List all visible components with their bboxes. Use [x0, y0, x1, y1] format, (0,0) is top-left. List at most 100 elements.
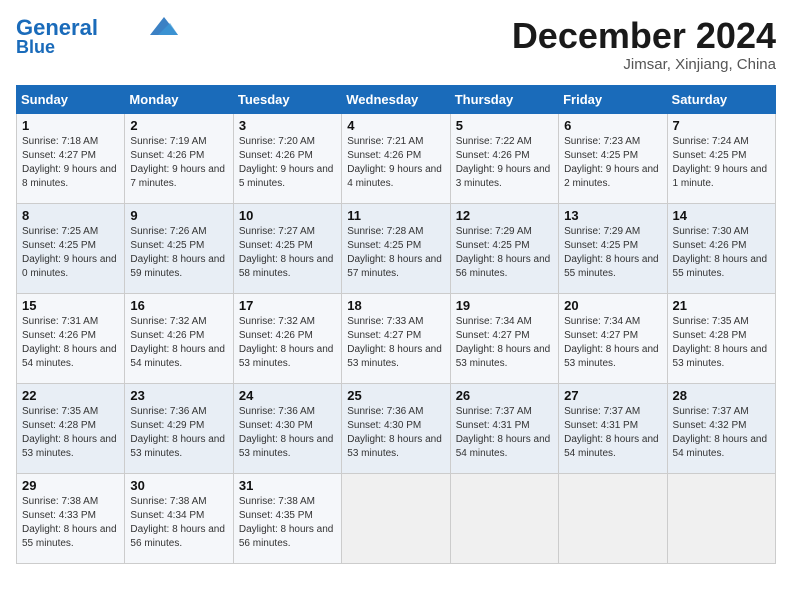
day-cell: 2 Sunrise: 7:19 AMSunset: 4:26 PMDaylight…: [125, 113, 233, 203]
month-title: December 2024: [512, 16, 776, 56]
day-cell: 9 Sunrise: 7:26 AMSunset: 4:25 PMDaylight…: [125, 203, 233, 293]
weekday-header-tuesday: Tuesday: [233, 85, 341, 113]
day-detail: Sunrise: 7:26 AMSunset: 4:25 PMDaylight:…: [130, 226, 225, 279]
title-section: December 2024 Jimsar, Xinjiang, China: [512, 16, 776, 73]
week-row-1: 1 Sunrise: 7:18 AMSunset: 4:27 PMDaylight…: [17, 113, 776, 203]
day-detail: Sunrise: 7:29 AMSunset: 4:25 PMDaylight:…: [456, 226, 551, 279]
day-cell: 22 Sunrise: 7:35 AMSunset: 4:28 PMDayligh…: [17, 383, 125, 473]
day-number: 12: [456, 208, 553, 223]
day-detail: Sunrise: 7:22 AMSunset: 4:26 PMDaylight:…: [456, 136, 551, 189]
day-cell: 31 Sunrise: 7:38 AMSunset: 4:35 PMDayligh…: [233, 473, 341, 563]
day-number: 8: [22, 208, 119, 223]
day-detail: Sunrise: 7:18 AMSunset: 4:27 PMDaylight:…: [22, 136, 117, 189]
day-cell: 30 Sunrise: 7:38 AMSunset: 4:34 PMDayligh…: [125, 473, 233, 563]
day-number: 4: [347, 118, 444, 133]
day-number: 15: [22, 298, 119, 313]
day-number: 26: [456, 388, 553, 403]
day-detail: Sunrise: 7:35 AMSunset: 4:28 PMDaylight:…: [673, 316, 768, 369]
weekday-header-row: SundayMondayTuesdayWednesdayThursdayFrid…: [17, 85, 776, 113]
day-cell: 7Sunrise: 7:24 AMSunset: 4:25 PMDaylight…: [667, 113, 775, 203]
weekday-header-wednesday: Wednesday: [342, 85, 450, 113]
day-number: 30: [130, 478, 227, 493]
day-cell: [667, 473, 775, 563]
day-cell: 5Sunrise: 7:22 AMSunset: 4:26 PMDaylight…: [450, 113, 558, 203]
day-cell: 27 Sunrise: 7:37 AMSunset: 4:31 PMDayligh…: [559, 383, 667, 473]
day-detail: Sunrise: 7:32 AMSunset: 4:26 PMDaylight:…: [239, 316, 334, 369]
weekday-header-saturday: Saturday: [667, 85, 775, 113]
weekday-header-friday: Friday: [559, 85, 667, 113]
weekday-header-sunday: Sunday: [17, 85, 125, 113]
day-cell: 21 Sunrise: 7:35 AMSunset: 4:28 PMDayligh…: [667, 293, 775, 383]
day-detail: Sunrise: 7:34 AMSunset: 4:27 PMDaylight:…: [456, 316, 551, 369]
day-number: 23: [130, 388, 227, 403]
day-cell: 6 Sunrise: 7:23 AMSunset: 4:25 PMDaylight…: [559, 113, 667, 203]
day-cell: 26 Sunrise: 7:37 AMSunset: 4:31 PMDayligh…: [450, 383, 558, 473]
day-detail: Sunrise: 7:29 AMSunset: 4:25 PMDaylight:…: [564, 226, 659, 279]
day-detail: Sunrise: 7:32 AMSunset: 4:26 PMDaylight:…: [130, 316, 225, 369]
calendar-table: SundayMondayTuesdayWednesdayThursdayFrid…: [16, 85, 776, 564]
day-number: 11: [347, 208, 444, 223]
day-cell: 10 Sunrise: 7:27 AMSunset: 4:25 PMDayligh…: [233, 203, 341, 293]
day-cell: 20 Sunrise: 7:34 AMSunset: 4:27 PMDayligh…: [559, 293, 667, 383]
day-detail: Sunrise: 7:23 AMSunset: 4:25 PMDaylight:…: [564, 136, 659, 189]
weekday-header-monday: Monday: [125, 85, 233, 113]
calendar-body: 1 Sunrise: 7:18 AMSunset: 4:27 PMDaylight…: [17, 113, 776, 563]
day-number: 14: [673, 208, 770, 223]
day-detail: Sunrise: 7:35 AMSunset: 4:28 PMDaylight:…: [22, 406, 117, 459]
day-number: 17: [239, 298, 336, 313]
day-cell: 25 Sunrise: 7:36 AMSunset: 4:30 PMDayligh…: [342, 383, 450, 473]
day-detail: Sunrise: 7:38 AMSunset: 4:33 PMDaylight:…: [22, 496, 117, 549]
day-detail: Sunrise: 7:36 AMSunset: 4:29 PMDaylight:…: [130, 406, 225, 459]
day-cell: 19 Sunrise: 7:34 AMSunset: 4:27 PMDayligh…: [450, 293, 558, 383]
day-number: 25: [347, 388, 444, 403]
day-detail: Sunrise: 7:34 AMSunset: 4:27 PMDaylight:…: [564, 316, 659, 369]
week-row-5: 29Sunrise: 7:38 AMSunset: 4:33 PMDayligh…: [17, 473, 776, 563]
day-detail: Sunrise: 7:36 AMSunset: 4:30 PMDaylight:…: [347, 406, 442, 459]
day-cell: 14Sunrise: 7:30 AMSunset: 4:26 PMDayligh…: [667, 203, 775, 293]
day-number: 13: [564, 208, 661, 223]
day-detail: Sunrise: 7:25 AMSunset: 4:25 PMDaylight:…: [22, 226, 117, 279]
day-cell: 16 Sunrise: 7:32 AMSunset: 4:26 PMDayligh…: [125, 293, 233, 383]
day-detail: Sunrise: 7:20 AMSunset: 4:26 PMDaylight:…: [239, 136, 334, 189]
day-number: 27: [564, 388, 661, 403]
day-number: 9: [130, 208, 227, 223]
day-detail: Sunrise: 7:38 AMSunset: 4:34 PMDaylight:…: [130, 496, 225, 549]
day-number: 6: [564, 118, 661, 133]
logo: General Blue: [16, 16, 178, 58]
day-detail: Sunrise: 7:38 AMSunset: 4:35 PMDaylight:…: [239, 496, 334, 549]
day-number: 20: [564, 298, 661, 313]
day-cell: 18 Sunrise: 7:33 AMSunset: 4:27 PMDayligh…: [342, 293, 450, 383]
location: Jimsar, Xinjiang, China: [512, 56, 776, 73]
day-cell: 4 Sunrise: 7:21 AMSunset: 4:26 PMDaylight…: [342, 113, 450, 203]
weekday-header-thursday: Thursday: [450, 85, 558, 113]
day-number: 31: [239, 478, 336, 493]
day-detail: Sunrise: 7:27 AMSunset: 4:25 PMDaylight:…: [239, 226, 334, 279]
day-number: 24: [239, 388, 336, 403]
day-number: 28: [673, 388, 770, 403]
day-number: 19: [456, 298, 553, 313]
logo-icon: [150, 17, 178, 35]
day-number: 16: [130, 298, 227, 313]
day-cell: 29Sunrise: 7:38 AMSunset: 4:33 PMDayligh…: [17, 473, 125, 563]
day-detail: Sunrise: 7:36 AMSunset: 4:30 PMDaylight:…: [239, 406, 334, 459]
day-cell: 8 Sunrise: 7:25 AMSunset: 4:25 PMDaylight…: [17, 203, 125, 293]
day-cell: [342, 473, 450, 563]
day-detail: Sunrise: 7:33 AMSunset: 4:27 PMDaylight:…: [347, 316, 442, 369]
day-cell: 11Sunrise: 7:28 AMSunset: 4:25 PMDayligh…: [342, 203, 450, 293]
day-detail: Sunrise: 7:21 AMSunset: 4:26 PMDaylight:…: [347, 136, 442, 189]
day-number: 2: [130, 118, 227, 133]
day-detail: Sunrise: 7:37 AMSunset: 4:31 PMDaylight:…: [456, 406, 551, 459]
day-cell: 1 Sunrise: 7:18 AMSunset: 4:27 PMDaylight…: [17, 113, 125, 203]
day-cell: 13 Sunrise: 7:29 AMSunset: 4:25 PMDayligh…: [559, 203, 667, 293]
day-number: 10: [239, 208, 336, 223]
day-cell: [559, 473, 667, 563]
day-cell: 17 Sunrise: 7:32 AMSunset: 4:26 PMDayligh…: [233, 293, 341, 383]
day-number: 18: [347, 298, 444, 313]
day-detail: Sunrise: 7:37 AMSunset: 4:31 PMDaylight:…: [564, 406, 659, 459]
day-number: 21: [673, 298, 770, 313]
day-number: 1: [22, 118, 119, 133]
day-cell: 23 Sunrise: 7:36 AMSunset: 4:29 PMDayligh…: [125, 383, 233, 473]
day-number: 22: [22, 388, 119, 403]
day-detail: Sunrise: 7:19 AMSunset: 4:26 PMDaylight:…: [130, 136, 225, 189]
day-cell: 15Sunrise: 7:31 AMSunset: 4:26 PMDayligh…: [17, 293, 125, 383]
